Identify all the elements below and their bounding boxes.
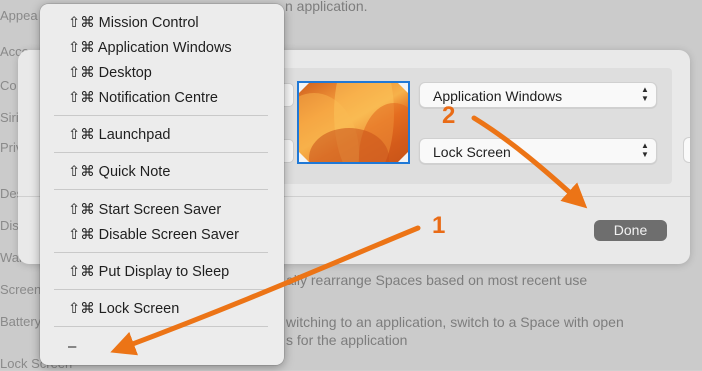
arrow-2	[471, 115, 588, 209]
arrow-1	[110, 225, 421, 356]
annotation-arrows	[110, 115, 588, 356]
callout-2: 2	[442, 102, 456, 129]
callout-1: 1	[432, 212, 446, 239]
